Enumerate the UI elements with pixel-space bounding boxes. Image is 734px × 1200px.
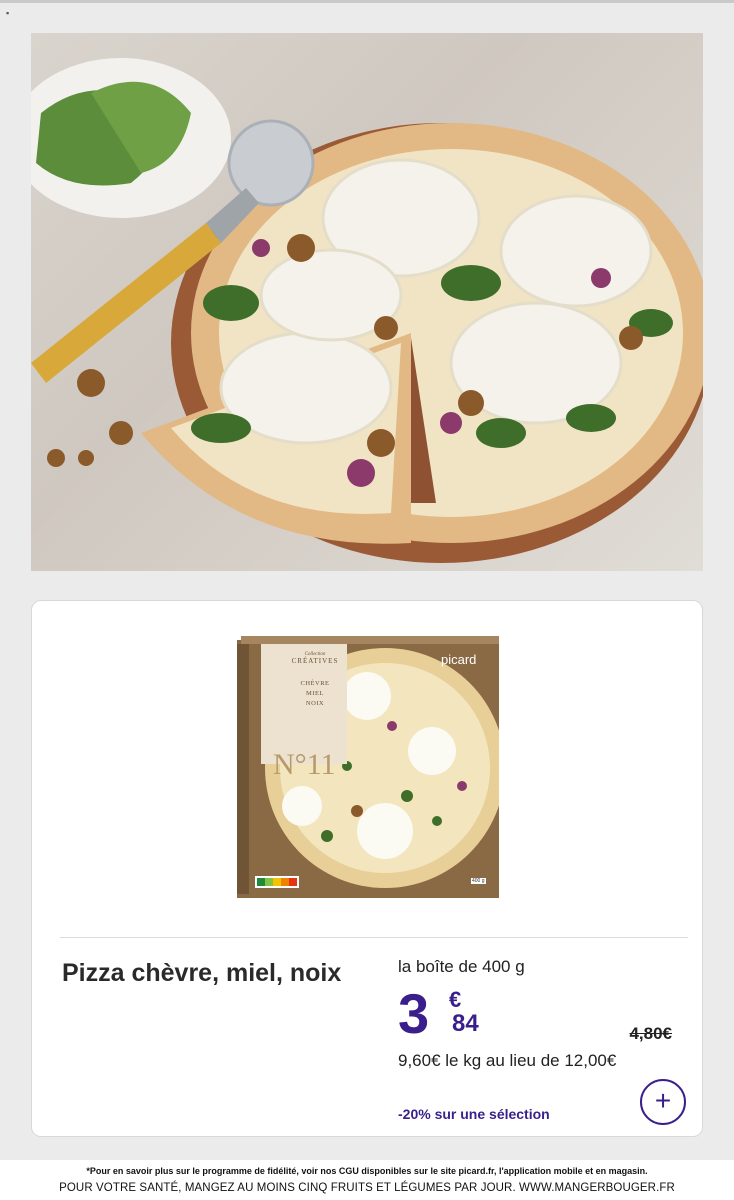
box-brand-line: CRÉATIVES <box>291 657 339 665</box>
footer: *Pour en savoir plus sur le programme de… <box>0 1160 734 1200</box>
box-net-weight: 400 g <box>471 878 486 884</box>
corner-mark: ▪ <box>6 8 10 18</box>
box-flavor-3: NOIX <box>305 700 325 707</box>
add-to-cart-button[interactable]: + <box>640 1079 686 1125</box>
pizza-photo-illustration <box>31 58 703 563</box>
box-number: N°11 <box>273 748 336 781</box>
product-title[interactable]: Pizza chèvre, miel, noix <box>62 958 352 988</box>
promo-label: -20% sur une sélection <box>398 1106 550 1122</box>
box-flavor-1: CHÈVRE <box>300 680 330 687</box>
price-per-kg: 9,60€ le kg au lieu de 12,00€ <box>398 1051 617 1070</box>
card-divider <box>60 937 688 938</box>
top-border <box>0 0 734 3</box>
fine-print: *Pour en savoir plus sur le programme de… <box>86 1166 648 1176</box>
old-price: 4,80€ <box>629 1024 672 1043</box>
price-decimal: 84 <box>452 1010 479 1037</box>
product-weight: la boîte de 400 g <box>398 957 525 976</box>
health-message: POUR VOTRE SANTÉ, MANGEZ AU MOINS CINQ F… <box>59 1182 675 1194</box>
product-card[interactable]: Collection CRÉATIVES CHÈVRE MIEL NOIX N°… <box>31 600 703 1137</box>
box-flavor: CHÈVRE MIEL NOIX <box>279 679 351 709</box>
picard-logo: picard <box>441 652 477 667</box>
box-flavor-2: MIEL <box>306 690 324 697</box>
product-box-image: Collection CRÉATIVES CHÈVRE MIEL NOIX N°… <box>237 636 505 898</box>
plus-icon: + <box>654 1085 672 1116</box>
price-integer: 3 <box>398 982 430 1045</box>
product-photo <box>31 33 703 571</box>
